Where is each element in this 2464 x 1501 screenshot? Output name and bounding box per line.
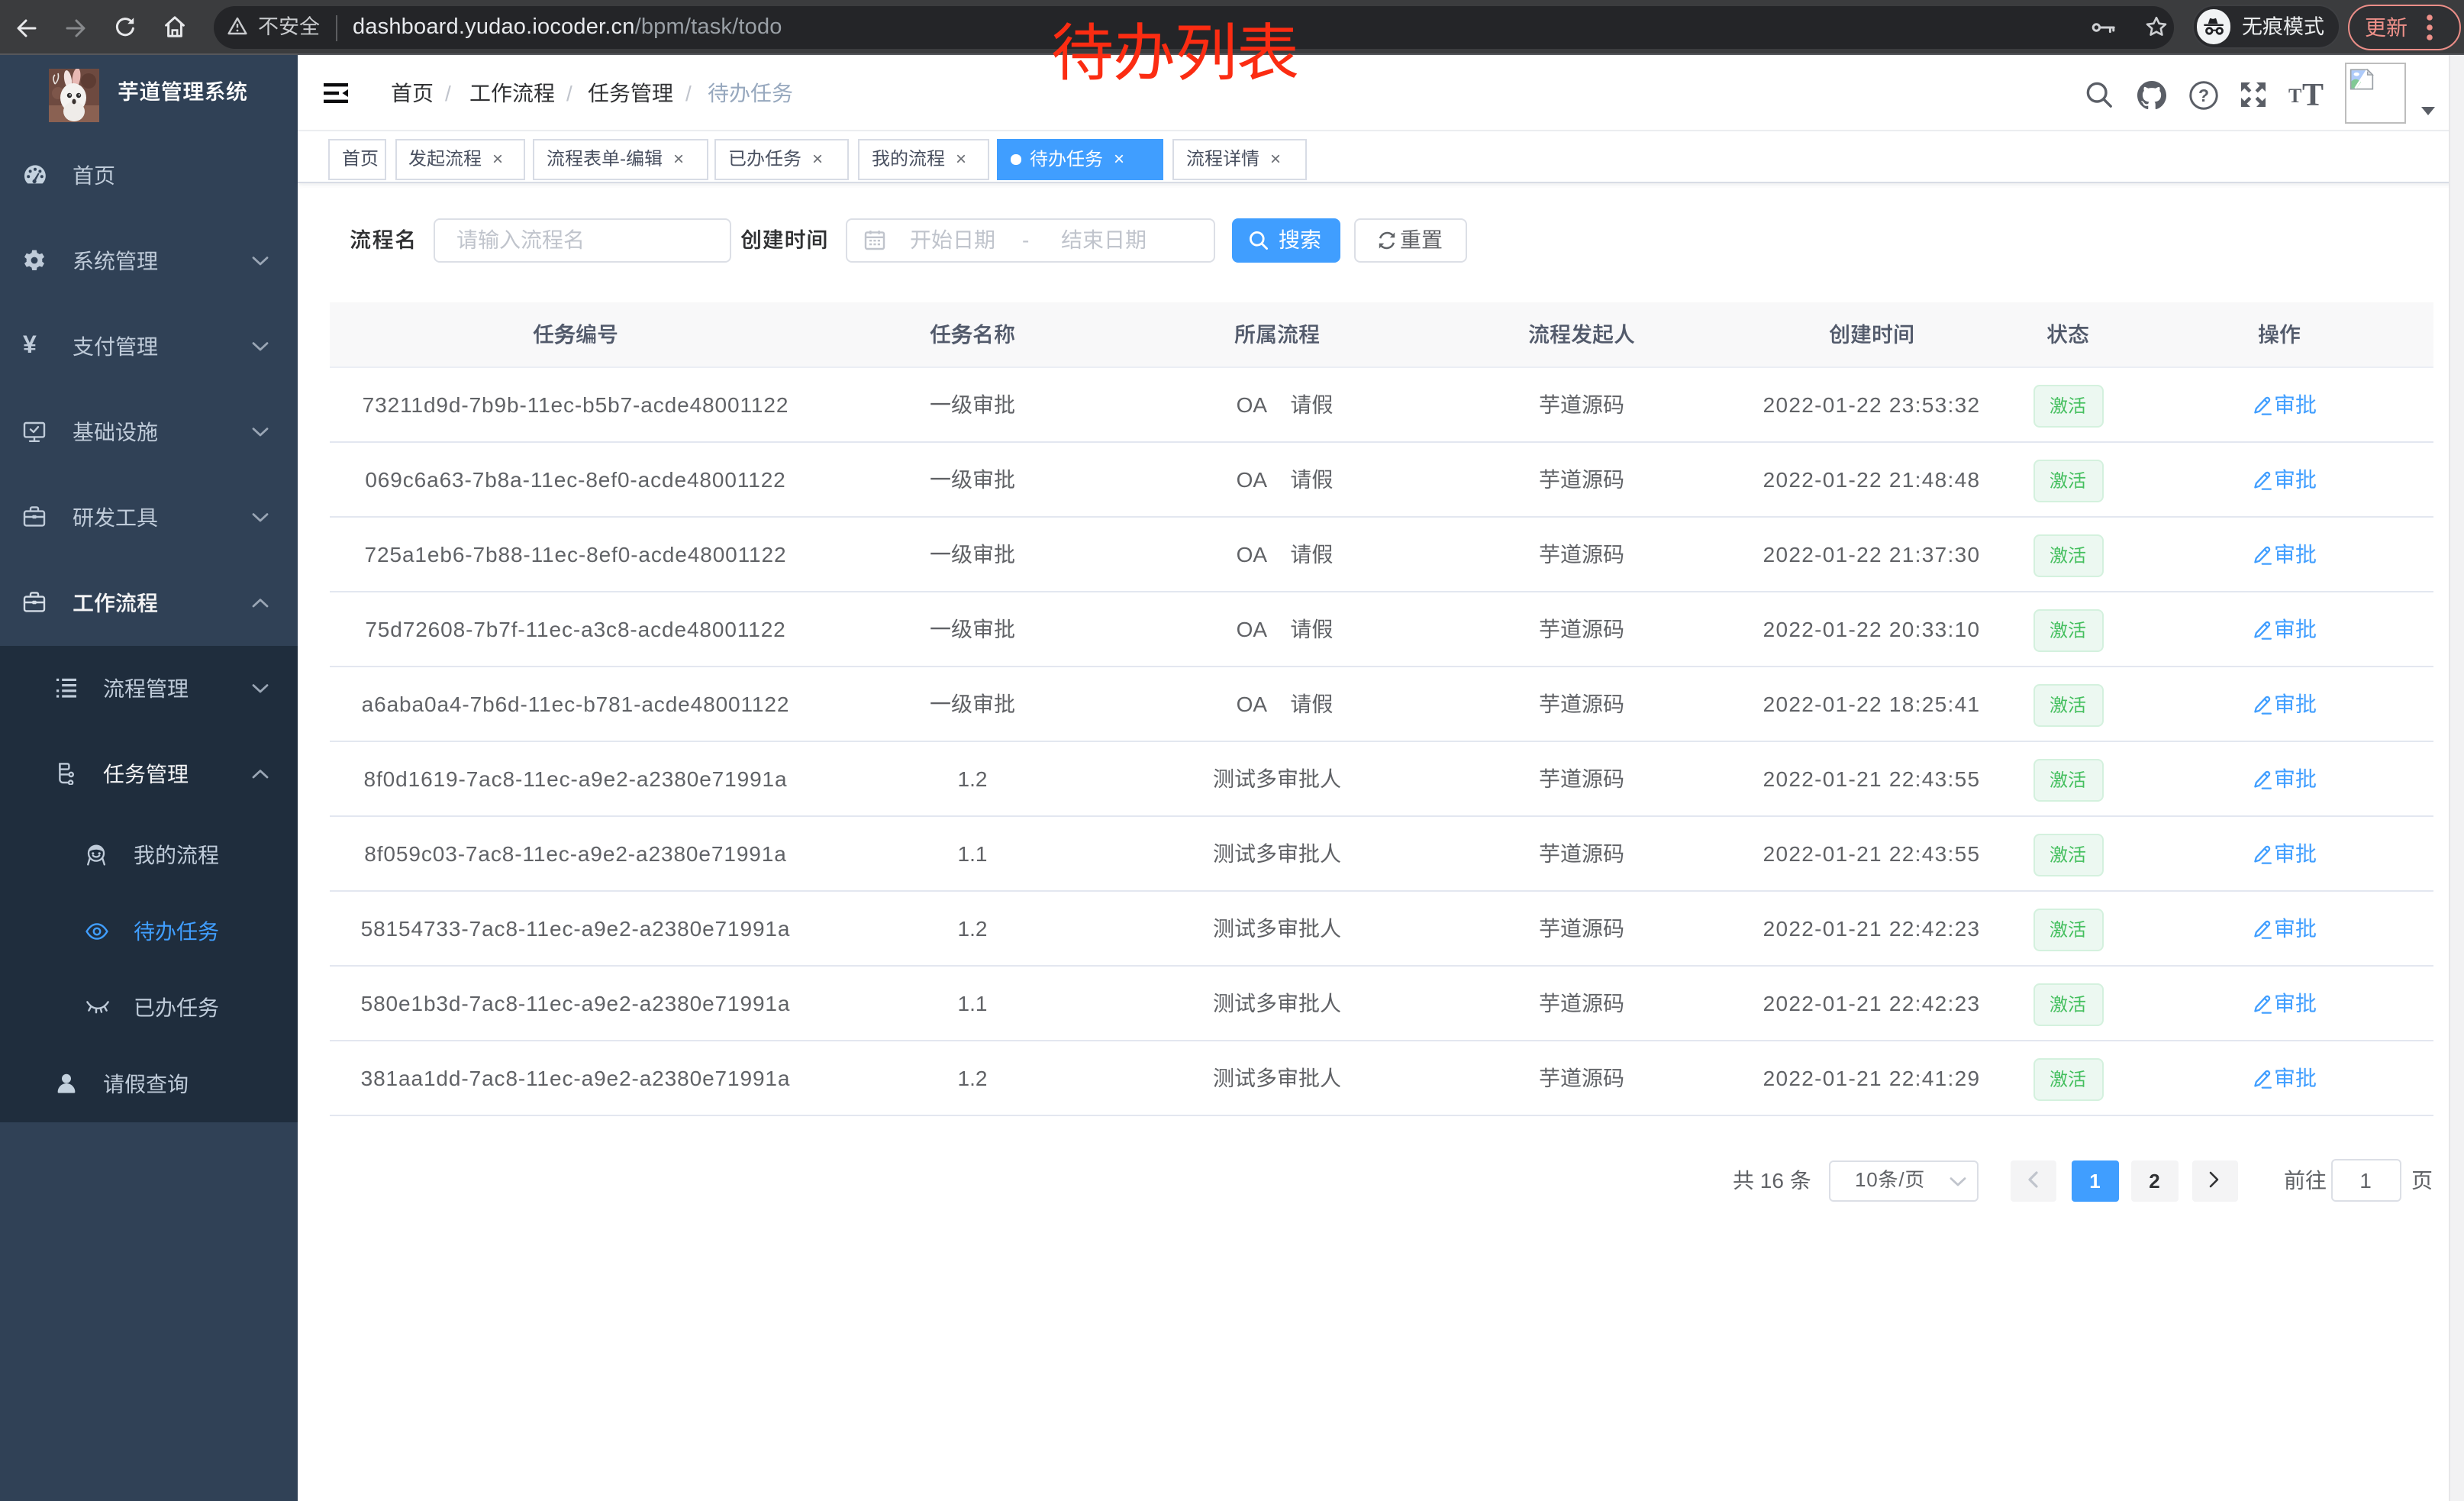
- svg-text:?: ?: [2198, 85, 2208, 105]
